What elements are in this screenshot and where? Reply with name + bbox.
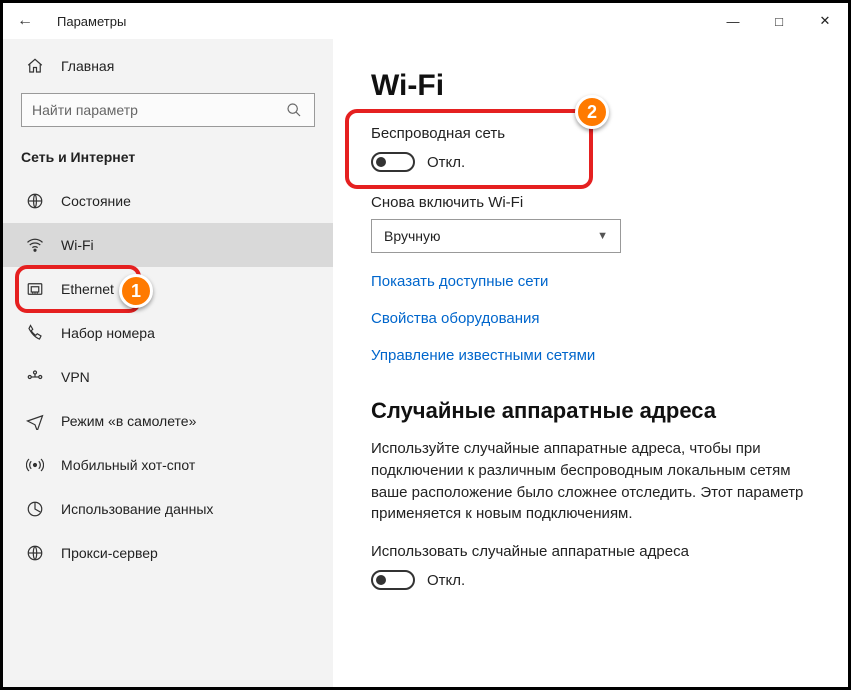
wireless-section: Беспроводная сеть Откл. [371,125,810,172]
dialup-icon [25,323,45,343]
sidebar: Главная Найти параметр Сеть и Интернет С… [3,39,333,687]
settings-window: ← Параметры — □ ✕ Главная Найти параметр… [0,0,851,690]
search-placeholder: Найти параметр [32,102,138,118]
random-mac-toggle-label: Использовать случайные аппаратные адреса [371,543,810,560]
wireless-toggle-state: Откл. [427,154,465,171]
random-mac-toggle[interactable] [371,570,415,590]
home-link[interactable]: Главная [3,45,333,87]
home-icon [25,56,45,76]
page-title: Wi-Fi [371,69,810,103]
wireless-toggle[interactable] [371,152,415,172]
nav-list: Состояние Wi-Fi Ethernet [3,179,333,575]
nav-label: Wi-Fi [61,237,94,253]
nav-label: Прокси-сервер [61,545,158,561]
nav-label: Использование данных [61,501,213,517]
nav-group-label: Сеть и Интернет [3,131,333,179]
random-mac-description: Используйте случайные аппаратные адреса,… [371,438,810,525]
nav-item-ethernet[interactable]: Ethernet [3,267,333,311]
link-known-networks[interactable]: Управление известными сетями [371,347,810,364]
ethernet-icon [25,279,45,299]
search-icon [284,100,304,120]
titlebar: ← Параметры — □ ✕ [3,3,848,39]
nav-label: Состояние [61,193,131,209]
chevron-down-icon: ▼ [597,230,608,242]
toggle-knob [376,575,386,585]
nav-label: Ethernet [61,281,114,297]
nav-label: Мобильный хот-спот [61,457,195,473]
window-controls: — □ ✕ [710,3,848,39]
link-available-networks[interactable]: Показать доступные сети [371,273,810,290]
vpn-icon [25,367,45,387]
wireless-label: Беспроводная сеть [371,125,810,142]
home-label: Главная [61,58,114,74]
content-pane: Wi-Fi Беспроводная сеть Откл. Снова вклю… [333,39,848,687]
random-mac-toggle-state: Откл. [427,572,465,589]
search-input[interactable]: Найти параметр [21,93,315,127]
nav-item-airplane[interactable]: Режим «в самолете» [3,399,333,443]
wifi-icon [25,235,45,255]
minimize-button[interactable]: — [710,3,756,39]
proxy-icon [25,543,45,563]
window-title: Параметры [57,14,126,29]
link-hardware-properties[interactable]: Свойства оборудования [371,310,810,327]
reenable-select[interactable]: Вручную ▼ [371,219,621,253]
nav-item-dialup[interactable]: Набор номера [3,311,333,355]
nav-item-hotspot[interactable]: Мобильный хот-спот [3,443,333,487]
random-mac-heading: Случайные аппаратные адреса [371,398,810,424]
toggle-knob [376,157,386,167]
back-button[interactable]: ← [15,12,35,30]
nav-item-vpn[interactable]: VPN [3,355,333,399]
airplane-icon [25,411,45,431]
close-button[interactable]: ✕ [802,3,848,39]
nav-label: Набор номера [61,325,155,341]
datausage-icon [25,499,45,519]
nav-label: VPN [61,369,90,385]
nav-item-status[interactable]: Состояние [3,179,333,223]
reenable-label: Снова включить Wi-Fi [371,194,810,211]
reenable-value: Вручную [384,228,441,244]
nav-item-proxy[interactable]: Прокси-сервер [3,531,333,575]
nav-item-wifi[interactable]: Wi-Fi [3,223,333,267]
nav-label: Режим «в самолете» [61,413,196,429]
maximize-button[interactable]: □ [756,3,802,39]
status-icon [25,191,45,211]
nav-item-datausage[interactable]: Использование данных [3,487,333,531]
hotspot-icon [25,455,45,475]
